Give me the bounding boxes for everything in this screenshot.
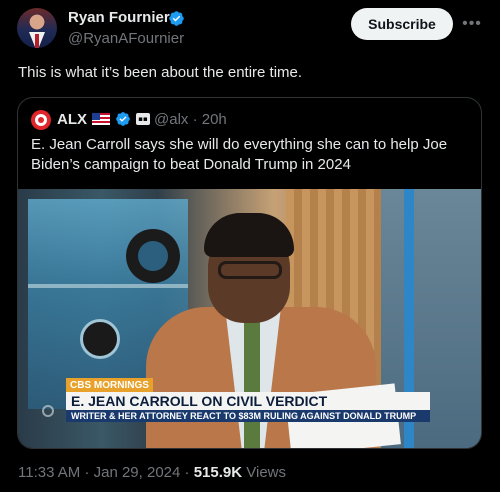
lower-third-headline: E. JEAN CARROLL ON CIVIL VERDICT xyxy=(66,392,430,410)
studio-shelf xyxy=(28,284,188,288)
quoted-post[interactable]: ALX ▪▪ @alx · 20h E. Jean Carroll says s… xyxy=(17,97,482,449)
verified-badge-icon xyxy=(116,112,130,126)
quote-time[interactable]: 20h xyxy=(202,111,227,128)
quote-text: E. Jean Carroll says she will do everyth… xyxy=(31,136,448,173)
author-name[interactable]: Ryan Fournier xyxy=(68,9,170,26)
show-tag: CBS MORNINGS xyxy=(66,378,153,392)
separator-dot: · xyxy=(84,464,90,481)
quote-author-handle-time[interactable]: @alx · 20h xyxy=(154,111,227,128)
quote-author-avatar[interactable] xyxy=(31,110,51,130)
subscribe-button[interactable]: Subscribe xyxy=(351,8,453,40)
cbs-eye-logo-small-icon xyxy=(80,319,120,359)
avatar-tie xyxy=(35,34,39,48)
author-avatar[interactable] xyxy=(17,8,57,48)
anchor-tie xyxy=(244,319,260,448)
quote-handle: @alx xyxy=(154,111,189,128)
post-date[interactable]: Jan 29, 2024 xyxy=(94,464,181,481)
post-time[interactable]: 11:33 AM xyxy=(18,464,80,481)
video-thumbnail[interactable]: CBS MORNINGS E. JEAN CARROLL ON CIVIL VE… xyxy=(18,189,481,448)
quote-author-name[interactable]: ALX xyxy=(57,111,87,128)
views-label: Views xyxy=(246,464,286,481)
more-horizontal-icon[interactable]: ••• xyxy=(462,14,482,34)
network-watermark-icon xyxy=(42,405,54,417)
us-flag-icon xyxy=(92,113,110,125)
views-count[interactable]: 515.9K xyxy=(194,464,242,481)
separator-dot: · xyxy=(192,111,198,128)
separator-dot: · xyxy=(184,464,190,481)
post-text: This is what it’s been about the entire … xyxy=(18,64,303,81)
verified-badge-icon xyxy=(169,11,184,26)
anchor-glasses xyxy=(218,261,282,279)
anchor-hair xyxy=(204,213,294,257)
cbs-eye-logo-icon xyxy=(126,229,180,283)
post-meta: 11:33 AM · Jan 29, 2024 · 515.9K Views xyxy=(18,464,286,481)
author-handle[interactable]: @RyanAFournier xyxy=(68,30,184,47)
affiliate-badge-icon: ▪▪ xyxy=(136,113,150,125)
lower-third-subheadline: WRITER & HER ATTORNEY REACT TO $83M RULI… xyxy=(66,410,430,422)
